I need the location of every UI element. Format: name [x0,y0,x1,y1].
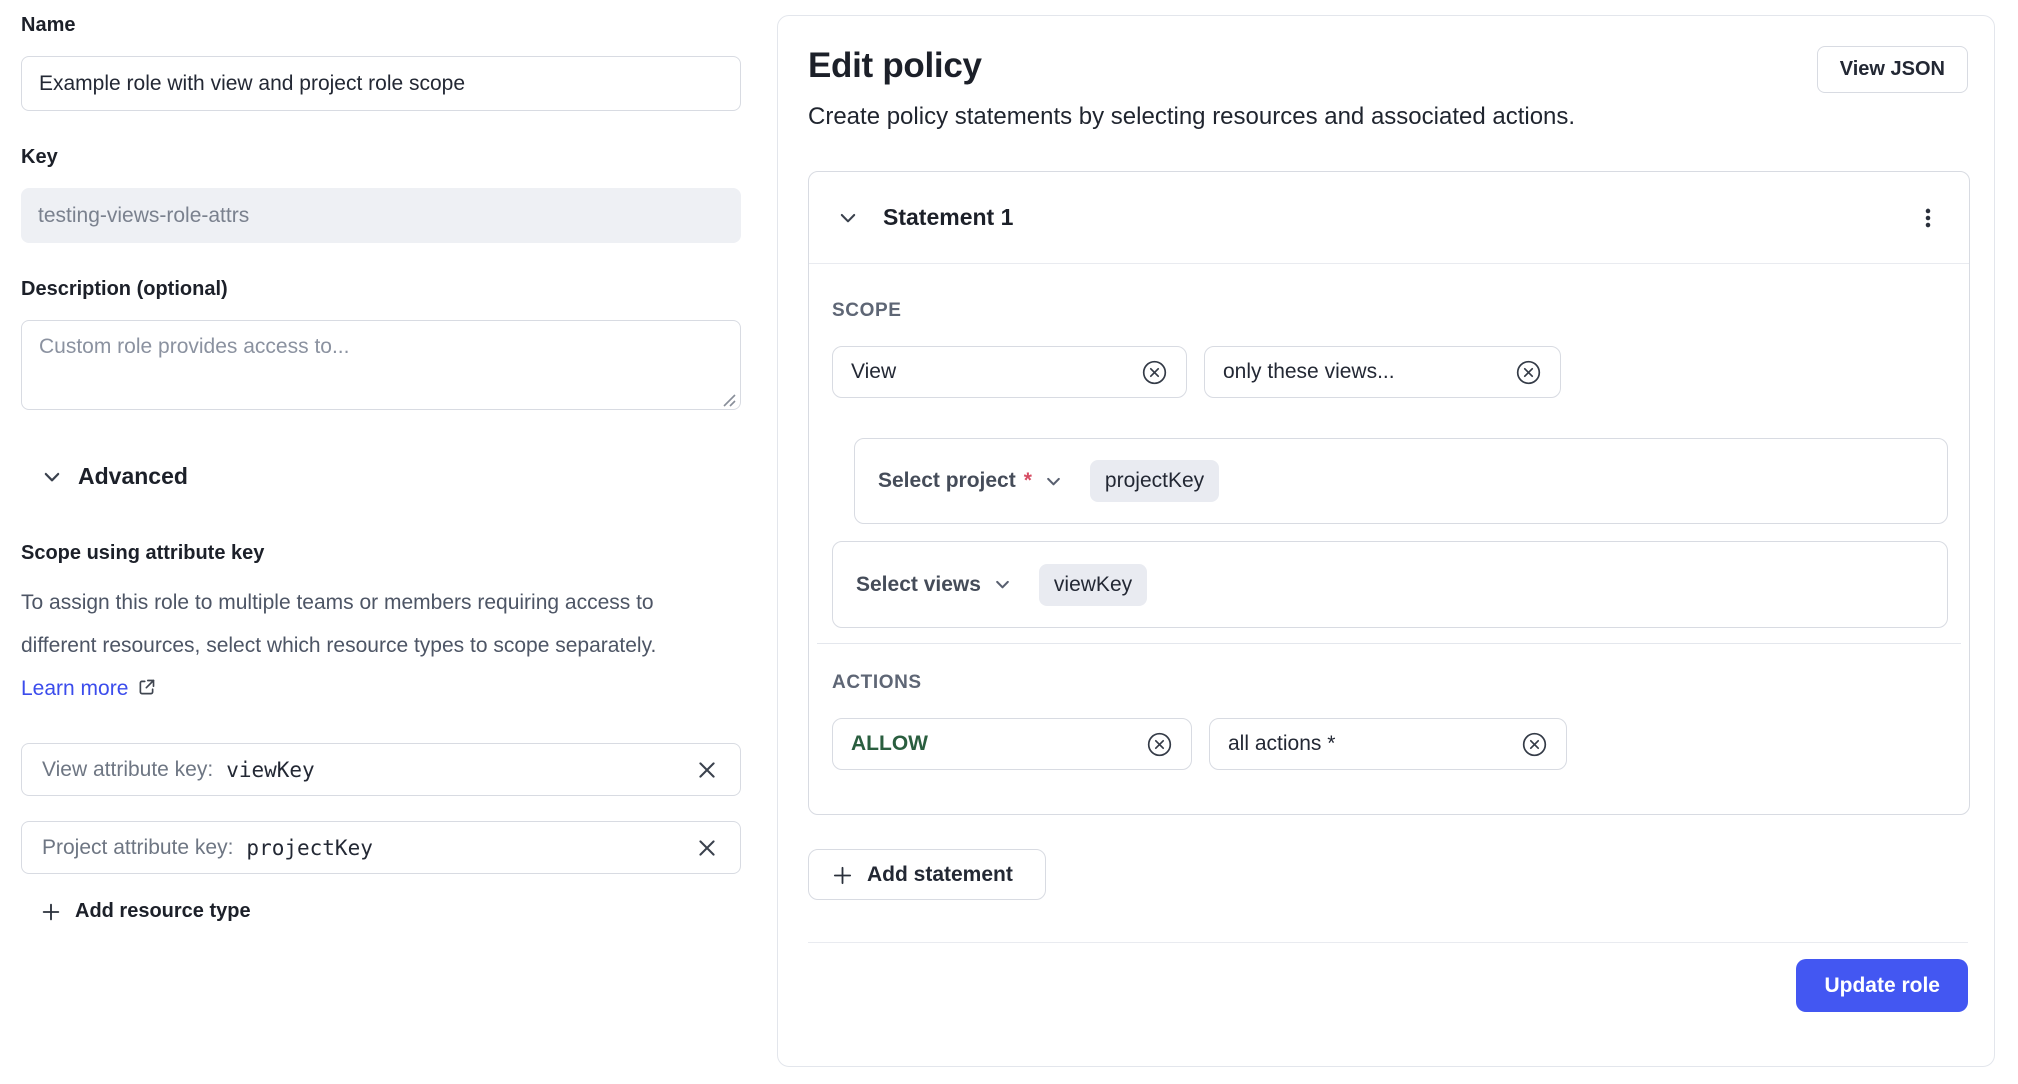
chevron-down-icon [993,575,1012,594]
scope-chip-row: View only these views... [832,346,1946,398]
description-textarea[interactable] [21,320,741,410]
scope-attribute-heading: Scope using attribute key [21,542,741,565]
project-attribute-value: projectKey [246,836,372,860]
resource-scope-chip-label: only these views... [1223,360,1395,384]
name-label: Name [21,14,741,37]
action-chip-row: ALLOW all actions * [832,718,1946,770]
description-wrapper [21,320,741,415]
policy-subtitle: Create policy statements by selecting re… [808,103,1575,131]
scope-actions-divider [817,643,1961,644]
resource-scope-chip[interactable]: only these views... [1204,346,1561,398]
plus-icon [40,901,62,923]
select-views-label: Select views [856,573,981,597]
resize-handle-icon[interactable] [722,393,736,407]
close-circle-icon [1515,359,1542,386]
policy-header: Edit policy Create policy statements by … [808,46,1968,131]
key-label: Key [21,146,741,169]
edit-policy-panel: Edit policy Create policy statements by … [777,15,1995,1067]
statement-card: Statement 1 SCOPE View only these [808,171,1970,815]
view-attribute-value: viewKey [226,758,315,782]
close-circle-icon [1146,731,1173,758]
select-views-box[interactable]: Select views viewKey [832,541,1948,628]
policy-footer: Update role [808,942,1968,1034]
project-key-pill[interactable]: projectKey [1090,460,1219,502]
chevron-down-icon [41,466,63,488]
advanced-label: Advanced [78,463,188,490]
chevron-down-icon [837,207,859,229]
view-json-button[interactable]: View JSON [1817,46,1968,93]
remove-actions-button[interactable] [1521,731,1548,758]
chevron-down-icon [1044,472,1063,491]
actions-section-label: ACTIONS [832,672,1946,694]
scope-attribute-text: To assign this role to multiple teams or… [21,591,656,657]
scope-attribute-description: To assign this role to multiple teams or… [21,581,661,710]
external-link-icon [136,677,157,698]
view-attribute-field[interactable]: View attribute key: viewKey [21,743,741,796]
learn-more-link[interactable]: Learn more [21,677,128,700]
statement-menu-button[interactable] [1915,205,1941,231]
resource-type-chip[interactable]: View [832,346,1187,398]
policy-title: Edit policy [808,46,1575,86]
view-attribute-label: View attribute key: [42,758,213,782]
description-label: Description (optional) [21,278,741,301]
remove-resource-type-button[interactable] [1141,359,1168,386]
remove-resource-scope-button[interactable] [1515,359,1542,386]
add-resource-type-button[interactable]: Add resource type [40,900,251,923]
update-role-button[interactable]: Update role [1796,959,1968,1012]
remove-project-attribute-button[interactable] [694,835,720,861]
select-project-label: Select project [878,469,1016,493]
close-circle-icon [1141,359,1168,386]
view-key-pill[interactable]: viewKey [1039,564,1147,606]
select-project-box[interactable]: Select project * projectKey [854,438,1948,524]
advanced-toggle[interactable]: Advanced [41,463,741,490]
statement-header[interactable]: Statement 1 [809,172,1969,263]
effect-chip-label: ALLOW [851,732,928,756]
add-statement-label: Add statement [867,863,1013,887]
close-icon [695,758,719,782]
name-input[interactable] [21,56,741,111]
required-asterisk: * [1024,469,1032,493]
project-attribute-label: Project attribute key: [42,836,233,860]
resource-type-chip-label: View [851,360,896,384]
actions-chip[interactable]: all actions * [1209,718,1567,770]
close-icon [695,836,719,860]
remove-view-attribute-button[interactable] [694,757,720,783]
scope-section-label: SCOPE [832,300,1946,322]
collapse-statement-button[interactable] [837,207,859,229]
project-attribute-field[interactable]: Project attribute key: projectKey [21,821,741,874]
close-circle-icon [1521,731,1548,758]
plus-icon [831,864,853,886]
statement-body: SCOPE View only these views... [809,264,1969,814]
actions-chip-label: all actions * [1228,732,1335,756]
role-details-panel: Name Key Description (optional) Advanced… [21,14,741,923]
statement-title: Statement 1 [883,204,1013,231]
effect-chip[interactable]: ALLOW [832,718,1192,770]
key-input [21,188,741,243]
policy-header-text: Edit policy Create policy statements by … [808,46,1575,131]
add-statement-button[interactable]: Add statement [808,849,1046,900]
role-editor-page: Name Key Description (optional) Advanced… [0,0,2018,1084]
add-resource-type-label: Add resource type [75,900,251,923]
remove-effect-button[interactable] [1146,731,1173,758]
kebab-menu-icon [1915,205,1941,231]
